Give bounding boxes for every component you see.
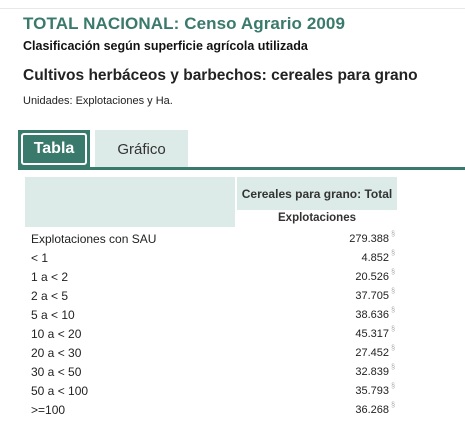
footnote-icon[interactable]: § <box>391 288 395 295</box>
section-title: Cultivos herbáceos y barbechos: cereales… <box>23 67 418 84</box>
table-body: Explotaciones con SAU 279.388 § < 1 4.852 § 1 … <box>25 230 397 420</box>
footnote-icon[interactable]: § <box>391 250 395 257</box>
row-value: 20.526 <box>355 271 389 283</box>
footnote-icon[interactable]: § <box>391 307 395 314</box>
row-label: 1 a < 2 <box>31 270 69 284</box>
tab-grafico[interactable]: Gráfico <box>95 130 188 168</box>
row-label: Explotaciones con SAU <box>31 232 157 246</box>
footnote-icon[interactable]: § <box>391 269 395 276</box>
footnote-icon[interactable]: § <box>391 345 395 352</box>
row-label: 10 a < 20 <box>31 327 82 341</box>
row-label: 2 a < 5 <box>31 289 69 303</box>
footnote-icon[interactable]: § <box>391 231 395 238</box>
table-row: 2 a < 5 37.705 § <box>25 287 397 306</box>
row-value: 35.793 <box>355 385 389 397</box>
page-title: TOTAL NACIONAL: Censo Agrario 2009 <box>23 14 346 33</box>
row-value: 37.705 <box>355 290 389 302</box>
table-row: Explotaciones con SAU 279.388 § <box>25 230 397 249</box>
row-label: >=100 <box>31 403 66 417</box>
table-row: < 1 4.852 § <box>25 249 397 268</box>
table-row: 10 a < 20 45.317 § <box>25 325 397 344</box>
table-row: >=100 36.268 § <box>25 401 397 420</box>
row-value: 38.636 <box>355 309 389 321</box>
row-value: 45.317 <box>355 328 389 340</box>
tab-tabla-label: Tabla <box>21 133 87 165</box>
view-tabs: Tabla Gráfico <box>18 130 465 168</box>
footnote-icon[interactable]: § <box>391 326 395 333</box>
row-label: < 1 <box>31 251 49 265</box>
row-value: 32.839 <box>355 366 389 378</box>
header-divider <box>0 8 465 9</box>
tab-tabla[interactable]: Tabla <box>18 130 90 168</box>
row-label: 20 a < 30 <box>31 346 82 360</box>
page-subtitle: Clasificación según superficie agrícola … <box>23 39 308 53</box>
data-table: Cereales para grano: Total Explotaciones… <box>25 177 465 441</box>
row-label: 50 a < 100 <box>31 384 89 398</box>
footnote-icon[interactable]: § <box>391 383 395 390</box>
footnote-icon[interactable]: § <box>391 364 395 371</box>
footnote-icon[interactable]: § <box>391 402 395 409</box>
table-row: 1 a < 2 20.526 § <box>25 268 397 287</box>
row-value: 27.452 <box>355 347 389 359</box>
column-subheader: Explotaciones <box>278 212 356 224</box>
table-row: 30 a < 50 32.839 § <box>25 363 397 382</box>
row-label: 30 a < 50 <box>31 365 82 379</box>
row-value: 36.268 <box>355 404 389 416</box>
table-row: 5 a < 10 38.636 § <box>25 306 397 325</box>
column-header: Cereales para grano: Total <box>237 177 397 210</box>
table-row: 50 a < 100 35.793 § <box>25 382 397 401</box>
tab-underline <box>18 167 465 170</box>
row-value: 279.388 <box>349 233 389 245</box>
row-label: 5 a < 10 <box>31 308 75 322</box>
table-row: 20 a < 30 27.452 § <box>25 344 397 363</box>
row-header-corner <box>25 177 235 227</box>
units-text: Unidades: Explotaciones y Ha. <box>23 95 173 107</box>
row-value: 4.852 <box>361 252 389 264</box>
